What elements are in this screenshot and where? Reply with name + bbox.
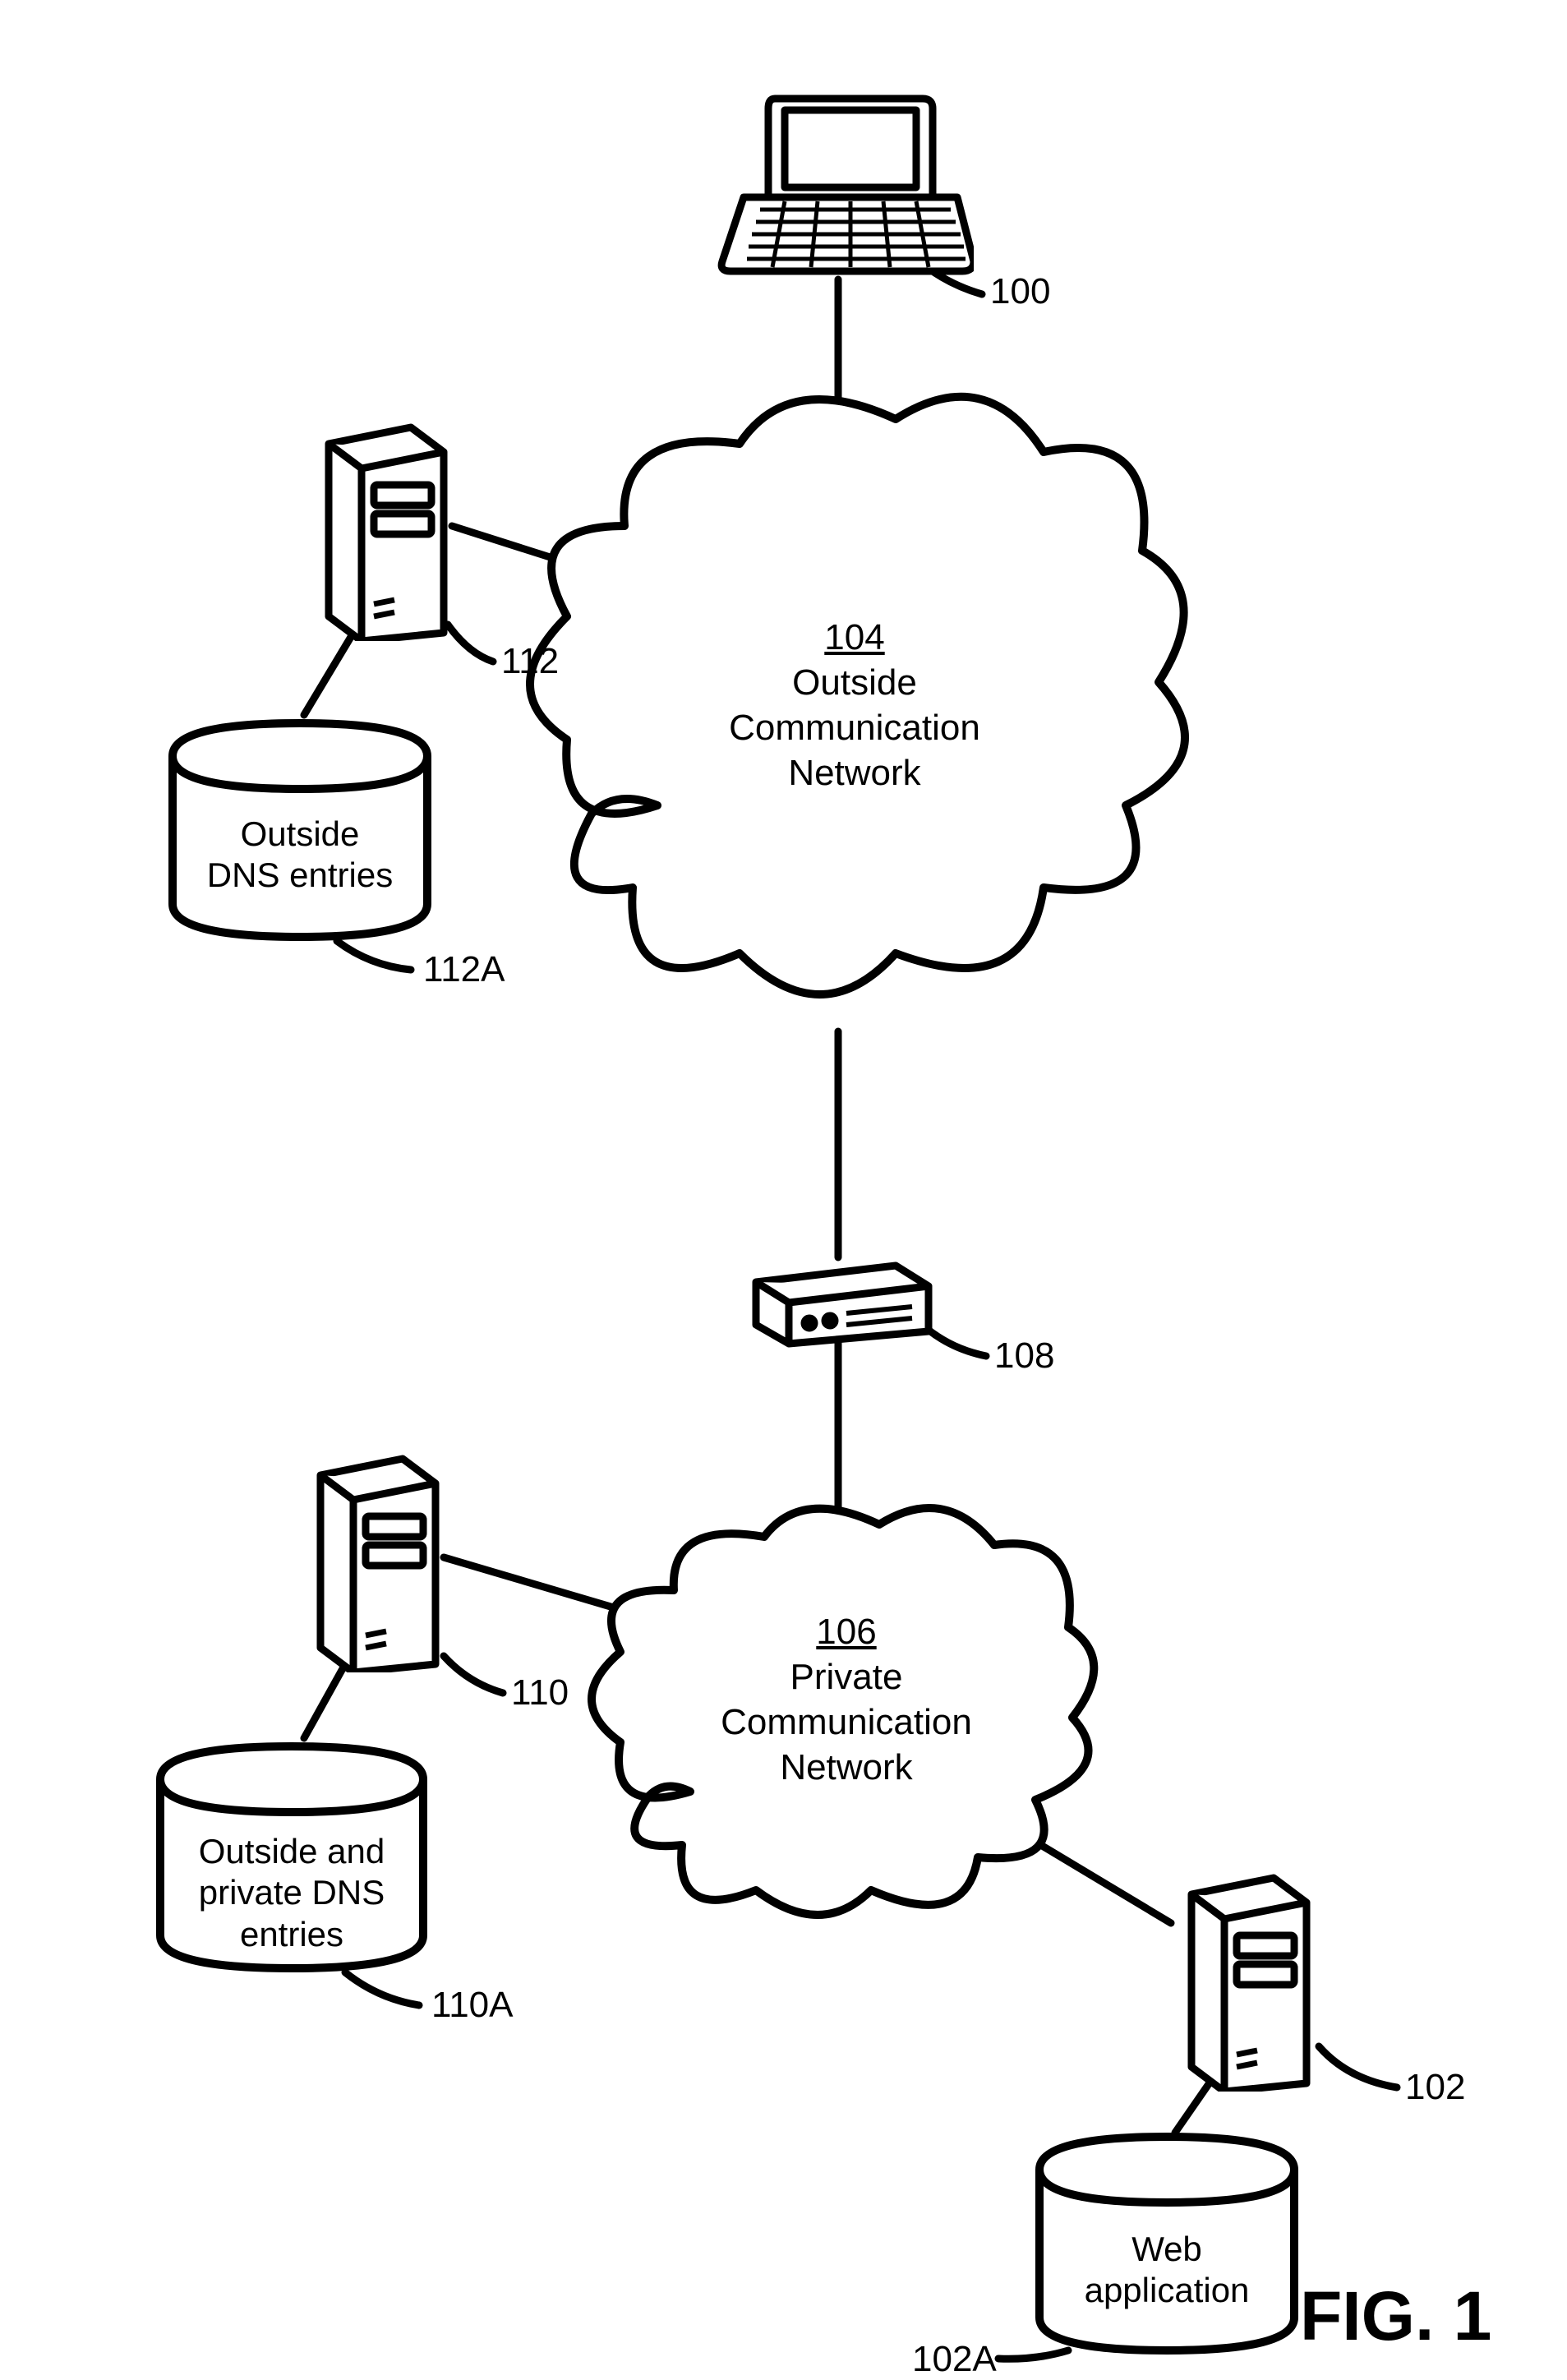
outside-dns-server-icon	[296, 394, 468, 641]
ref-outside-dns-server: 112	[501, 641, 559, 682]
web-app-db-label: Web application	[1048, 2229, 1286, 2312]
laptop-icon	[711, 82, 974, 296]
private-cloud-ref: 106	[816, 1612, 876, 1652]
outside-cloud-label: 104 Outside Communication Network	[698, 615, 1011, 796]
private-cloud-label: 106 Private Communication Network	[698, 1609, 994, 1790]
ref-web-app-db: 102A	[912, 2339, 997, 2380]
firewall-icon	[740, 1249, 945, 1348]
ref-web-server: 102	[1405, 2067, 1465, 2108]
ref-private-dns-db: 110A	[431, 1985, 514, 2026]
outside-dns-db-label: Outside DNS entries	[177, 814, 423, 897]
callout-leaders	[0, 0, 1567, 2373]
private-dns-server-icon	[288, 1426, 460, 1672]
private-dns-db-label: Outside and private DNS entries	[164, 1831, 419, 1955]
ref-outside-dns-db: 112A	[423, 949, 505, 990]
ref-firewall: 108	[994, 1335, 1054, 1377]
diagram-canvas: 100 104 Outside Communication Network 11…	[0, 0, 1567, 2373]
figure-label: FIG. 1	[1300, 2276, 1491, 2356]
ref-laptop: 100	[990, 271, 1050, 312]
outside-cloud-ref: 104	[824, 617, 884, 657]
web-server-icon	[1159, 1845, 1331, 2092]
ref-private-dns-server: 110	[511, 1672, 569, 1714]
